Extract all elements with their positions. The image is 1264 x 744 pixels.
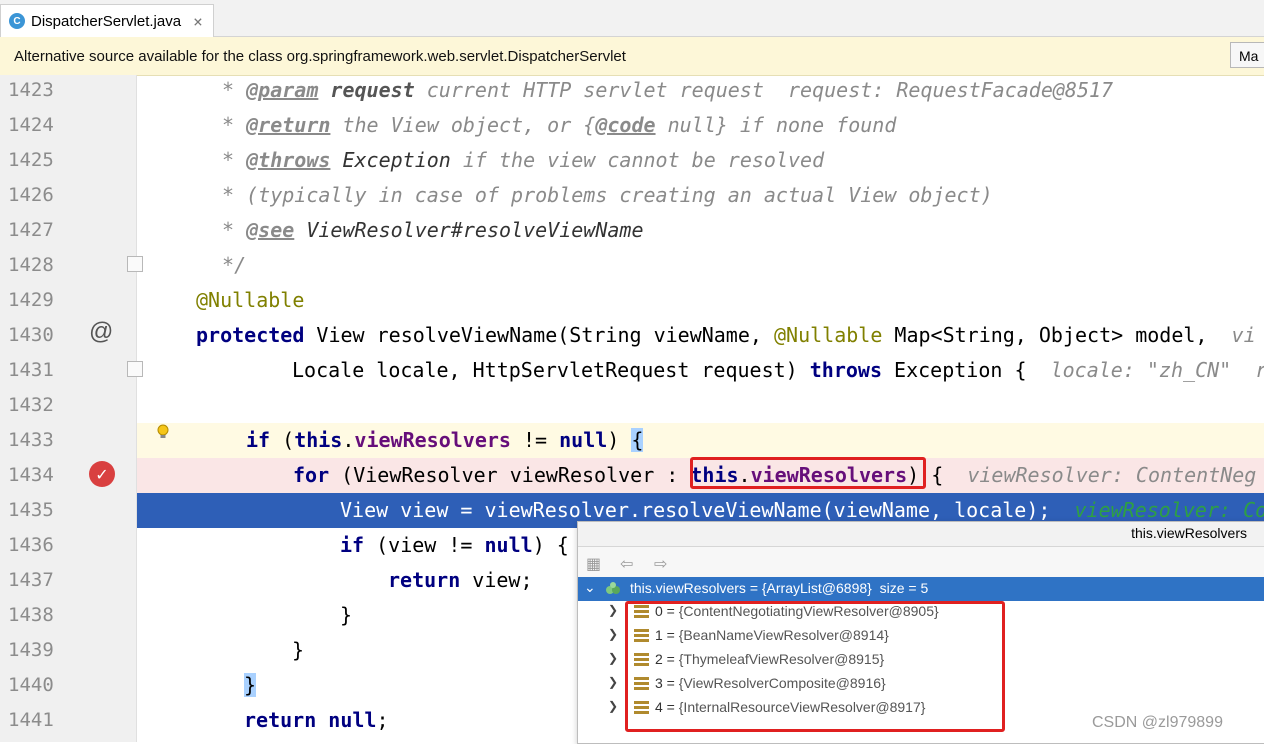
forward-arrow-icon[interactable]: ⇨ — [654, 554, 667, 573]
code-line-1423[interactable]: * @param request current HTTP servlet re… — [210, 73, 1113, 108]
line-number[interactable]: 1439 — [8, 633, 68, 668]
tree-root-node[interactable]: ⌄ this.viewResolvers = {ArrayList@6898} … — [578, 577, 1264, 601]
code-line-1426[interactable]: * (typically in case of problems creatin… — [210, 178, 993, 213]
line-number[interactable]: 1433 — [8, 423, 68, 458]
chevron-right-icon[interactable]: ❯ — [608, 699, 618, 713]
notice-message: Alternative source available for the cla… — [14, 47, 626, 65]
fold-icon[interactable] — [127, 361, 143, 377]
line-number[interactable]: 1440 — [8, 668, 68, 703]
tab-title: DispatcherServlet.java — [31, 12, 182, 30]
line-number[interactable]: 1434 — [8, 458, 68, 493]
line-number[interactable]: 1430 — [8, 318, 68, 353]
popup-header: this.viewResolvers — [578, 522, 1264, 547]
popup-title: this.viewResolvers — [1131, 525, 1247, 541]
matched-brace: { — [631, 428, 644, 452]
line-number[interactable]: 1441 — [8, 703, 68, 738]
line-number[interactable]: 1425 — [8, 143, 68, 178]
close-icon[interactable]: × — [193, 12, 203, 31]
code-line-1428[interactable]: */ — [210, 248, 246, 283]
line-number[interactable]: 1438 — [8, 598, 68, 633]
lightbulb-icon[interactable] — [156, 424, 170, 440]
line-number[interactable]: 1423 — [8, 73, 68, 108]
line-number[interactable]: 1436 — [8, 528, 68, 563]
grid-icon[interactable]: ▦ — [586, 554, 601, 573]
alternative-source-notice: Alternative source available for the cla… — [0, 37, 1264, 76]
annotation-highlight-box — [625, 601, 1005, 732]
line-number[interactable]: 1429 — [8, 283, 68, 318]
code-line-1440[interactable]: } — [244, 668, 257, 703]
code-line-1437[interactable]: return view; — [388, 563, 533, 598]
back-arrow-icon[interactable]: ⇦ — [620, 554, 633, 573]
root-value: this.viewResolvers = {ArrayList@6898} si… — [630, 580, 929, 596]
chevron-right-icon[interactable]: ❯ — [608, 627, 618, 641]
annotation-highlight-box — [690, 457, 926, 489]
fold-icon[interactable] — [127, 256, 143, 272]
code-line-1436[interactable]: if (view != null) { — [340, 528, 569, 563]
line-number[interactable]: 1432 — [8, 388, 68, 423]
line-number[interactable]: 1427 — [8, 213, 68, 248]
inline-debug-value: request: RequestFacade@8517 — [763, 78, 1114, 102]
chevron-down-icon[interactable]: ⌄ — [584, 579, 596, 596]
code-line-1441[interactable]: return null; — [244, 703, 389, 738]
line-number[interactable]: 1437 — [8, 563, 68, 598]
variable-icon — [606, 582, 620, 594]
chevron-right-icon[interactable]: ❯ — [608, 675, 618, 689]
chevron-right-icon[interactable]: ❯ — [608, 603, 618, 617]
line-number[interactable]: 1424 — [8, 108, 68, 143]
line-number[interactable]: 1426 — [8, 178, 68, 213]
code-line-1438[interactable]: } — [340, 598, 352, 633]
override-at-icon[interactable]: @ — [89, 318, 113, 346]
breakpoint-check-icon[interactable]: ✓ — [89, 461, 115, 487]
code-line-1430[interactable]: protected View resolveViewName(String vi… — [196, 318, 1256, 353]
line-number[interactable]: 1428 — [8, 248, 68, 283]
code-line-1433[interactable]: if (this.viewResolvers != null) { — [246, 423, 644, 458]
editor-tab-bar: C DispatcherServlet.java × — [0, 0, 1264, 37]
code-line-1431[interactable]: Locale locale, HttpServletRequest reques… — [292, 353, 1264, 388]
java-class-icon: C — [9, 13, 25, 29]
line-number[interactable]: 1431 — [8, 353, 68, 388]
code-line-1425[interactable]: * @throws Exception if the view cannot b… — [210, 143, 824, 178]
code-line-1427[interactable]: * @see ViewResolver#resolveViewName — [210, 213, 643, 248]
chevron-right-icon[interactable]: ❯ — [608, 651, 618, 665]
popup-toolbar: ▦ ⇦ ⇨ — [578, 547, 1264, 577]
line-number[interactable]: 1435 — [8, 493, 68, 528]
watermark: CSDN @zl979899 — [1092, 714, 1223, 731]
code-line-1424[interactable]: * @return the View object, or {@code nul… — [210, 108, 896, 143]
tab-dispatcherservlet[interactable]: C DispatcherServlet.java × — [0, 4, 214, 37]
code-line-1429[interactable]: @Nullable — [196, 283, 304, 318]
notice-action-button[interactable]: Ma — [1230, 42, 1264, 68]
code-line-1439[interactable]: } — [292, 633, 304, 668]
